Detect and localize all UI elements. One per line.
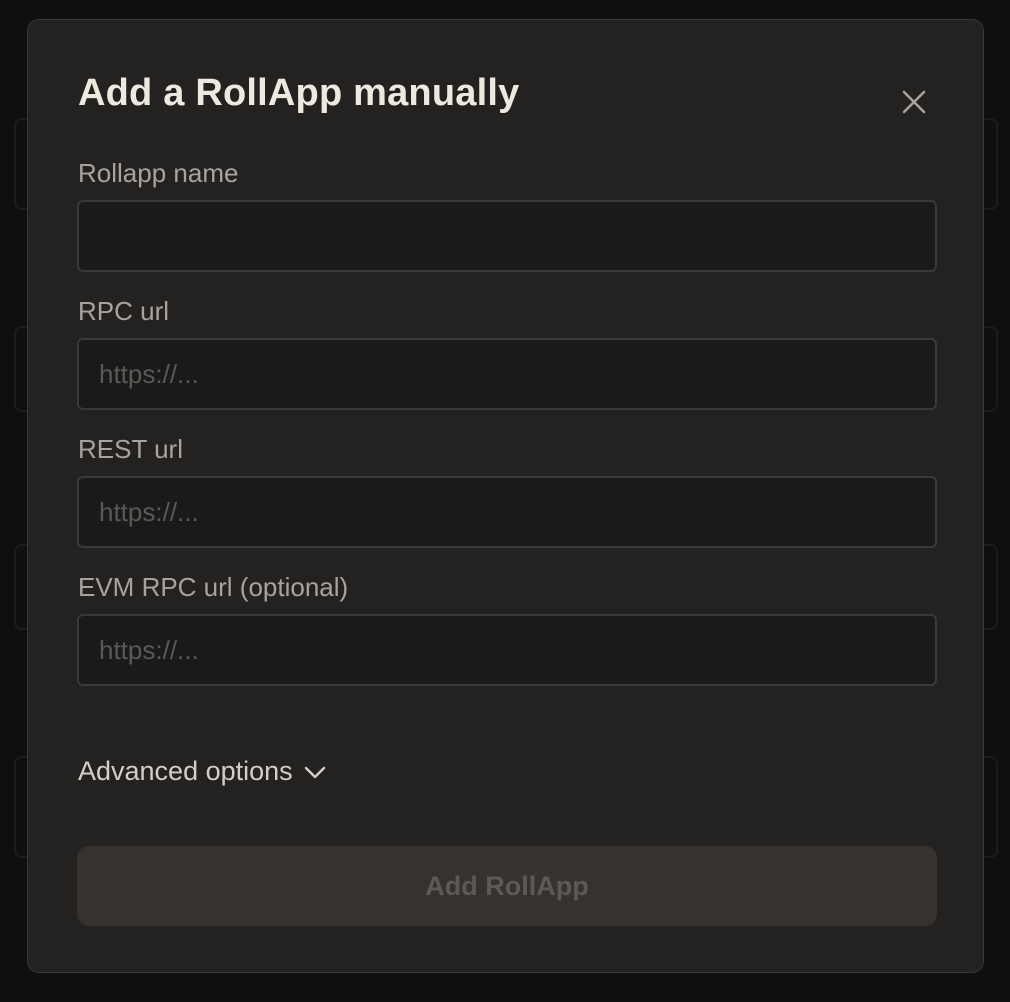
dialog-title: Add a RollApp manually bbox=[78, 72, 520, 114]
rest-url-label: REST url bbox=[78, 434, 183, 464]
chevron-down-icon bbox=[304, 766, 325, 778]
advanced-options-label: Advanced options bbox=[78, 756, 293, 786]
evm-rpc-url-label: EVM RPC url (optional) bbox=[78, 572, 349, 602]
rollapp-name-input[interactable] bbox=[77, 200, 937, 272]
add-rollapp-button[interactable]: Add RollApp bbox=[77, 846, 937, 926]
rpc-url-input[interactable] bbox=[77, 338, 937, 410]
rpc-url-label: RPC url bbox=[78, 296, 170, 326]
add-rollapp-dialog: Add a RollApp manually Rollapp name RPC … bbox=[27, 19, 984, 973]
rollapp-name-label: Rollapp name bbox=[78, 158, 239, 188]
close-button[interactable] bbox=[896, 84, 932, 120]
advanced-options-toggle[interactable]: Advanced options bbox=[78, 756, 327, 787]
evm-rpc-url-input[interactable] bbox=[77, 614, 937, 686]
close-icon bbox=[902, 90, 926, 114]
rest-url-input[interactable] bbox=[77, 476, 937, 548]
